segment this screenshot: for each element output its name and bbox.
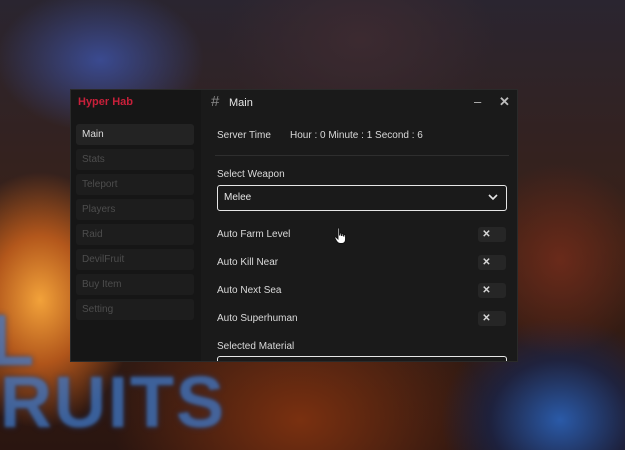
- divider: [215, 155, 509, 156]
- background-logo-line-2: RUITS: [0, 363, 226, 443]
- close-button[interactable]: ✕: [499, 94, 510, 110]
- auto-farm-level-label: Auto Farm Level: [217, 229, 291, 240]
- selected-material-label: Selected Material: [217, 341, 295, 352]
- app-title: Hyper Hab: [78, 96, 134, 108]
- sidebar-item-devilfruit[interactable]: DevilFruit: [76, 249, 194, 270]
- hand-cursor-icon: [334, 227, 346, 244]
- sidebar: Hyper Hab Main Stats Teleport Players Ra…: [71, 90, 201, 361]
- weapon-dropdown-value: Melee: [224, 192, 252, 203]
- sidebar-item-teleport[interactable]: Teleport: [76, 174, 194, 195]
- sidebar-item-setting[interactable]: Setting: [76, 299, 194, 320]
- server-time-label: Server Time: [217, 130, 271, 141]
- toggle-off-icon: ✕: [482, 313, 491, 324]
- auto-superhuman-label: Auto Superhuman: [217, 313, 298, 324]
- toggle-off-icon: ✕: [482, 229, 491, 240]
- sidebar-item-buy-item[interactable]: Buy Item: [76, 274, 194, 295]
- hub-window: Hyper Hab Main Stats Teleport Players Ra…: [70, 89, 518, 362]
- auto-superhuman-toggle[interactable]: ✕: [478, 311, 506, 326]
- auto-kill-near-label: Auto Kill Near: [217, 257, 279, 268]
- toggle-off-icon: ✕: [482, 257, 491, 268]
- sidebar-item-players[interactable]: Players: [76, 199, 194, 220]
- weapon-dropdown[interactable]: Melee: [217, 185, 507, 211]
- sidebar-item-main[interactable]: Main: [76, 124, 194, 145]
- auto-farm-level-toggle[interactable]: ✕: [478, 227, 506, 242]
- sidebar-nav: Main Stats Teleport Players Raid DevilFr…: [76, 124, 194, 324]
- hash-icon: #: [211, 93, 220, 110]
- server-time-value: Hour : 0 Minute : 1 Second : 6: [290, 130, 423, 141]
- auto-next-sea-toggle[interactable]: ✕: [478, 283, 506, 298]
- minimize-button[interactable]: –: [474, 94, 481, 109]
- chevron-down-icon: [488, 194, 498, 201]
- material-dropdown[interactable]: [217, 356, 507, 361]
- toggle-off-icon: ✕: [482, 285, 491, 296]
- auto-kill-near-toggle[interactable]: ✕: [478, 255, 506, 270]
- sidebar-item-raid[interactable]: Raid: [76, 224, 194, 245]
- select-weapon-label: Select Weapon: [217, 169, 285, 180]
- page-title: Main: [229, 97, 253, 109]
- sidebar-item-stats[interactable]: Stats: [76, 149, 194, 170]
- auto-next-sea-label: Auto Next Sea: [217, 285, 282, 296]
- main-panel: # Main – ✕ Server Time Hour : 0 Minute :…: [201, 90, 517, 361]
